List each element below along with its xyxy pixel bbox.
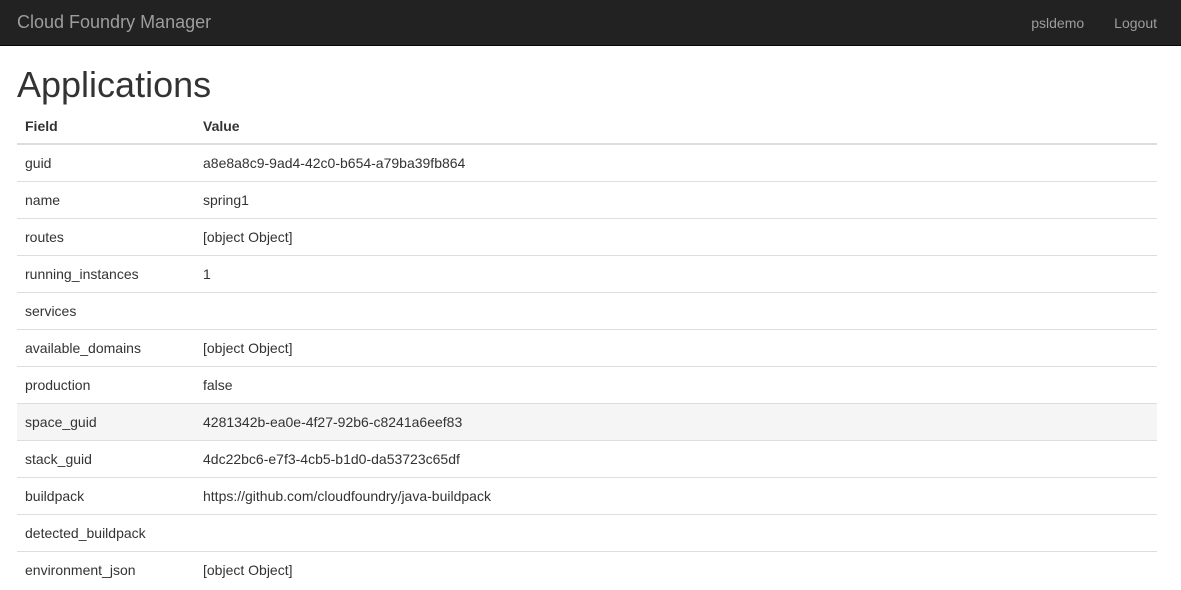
table-row: running_instances 1 [17,254,1157,292]
table-row: production false [17,365,1157,403]
top-navbar: Cloud Foundry Manager psldemo Logout [0,0,1181,46]
row-value: false [195,365,1157,403]
page-title: Applications [17,64,212,105]
row-field: detected_buildpack [17,513,195,551]
header-value: Value [195,109,1157,145]
table-row: detected_buildpack [17,513,1157,551]
row-field: buildpack [17,476,195,514]
row-value [195,291,1157,329]
row-field: routes [17,217,195,255]
table-row: available_domains [object Object] [17,328,1157,366]
row-value: [object Object] [195,550,1157,588]
table-row: services [17,291,1157,329]
table-header-row: Field Value [17,109,1157,145]
row-value: 4281342b-ea0e-4f27-92b6-c8241a6eef83 [195,402,1157,440]
navbar-right: psldemo Logout [1001,15,1157,31]
row-field: guid [17,143,195,181]
row-field: environment_json [17,550,195,588]
row-value: 4dc22bc6-e7f3-4cb5-b1d0-da53723c65df [195,439,1157,477]
row-field: production [17,365,195,403]
row-field: name [17,180,195,218]
row-value: [object Object] [195,328,1157,366]
user-link[interactable]: psldemo [1031,15,1084,31]
brand-link[interactable]: Cloud Foundry Manager [17,12,211,33]
table-row: routes [object Object] [17,217,1157,255]
row-field: space_guid [17,402,195,440]
row-field: services [17,291,195,329]
row-value: https://github.com/cloudfoundry/java-bui… [195,476,1157,514]
table-row-hovered: space_guid 4281342b-ea0e-4f27-92b6-c8241… [17,402,1157,440]
table-row: guid a8e8a8c9-9ad4-42c0-b654-a79ba39fb86… [17,143,1157,181]
application-table: Field Value guid a8e8a8c9-9ad4-42c0-b654… [17,109,1157,588]
row-field: running_instances [17,254,195,292]
table-row: buildpack https://github.com/cloudfoundr… [17,476,1157,514]
table-row: stack_guid 4dc22bc6-e7f3-4cb5-b1d0-da537… [17,439,1157,477]
row-value: [object Object] [195,217,1157,255]
table-row: name spring1 [17,180,1157,218]
row-field: available_domains [17,328,195,366]
row-value: a8e8a8c9-9ad4-42c0-b654-a79ba39fb864 [195,143,1157,181]
row-value [195,513,1157,551]
row-value: spring1 [195,180,1157,218]
row-value: 1 [195,254,1157,292]
row-field: stack_guid [17,439,195,477]
logout-link[interactable]: Logout [1114,15,1157,31]
header-field: Field [17,109,195,145]
main-container: Applications Field Value guid a8e8a8c9-9… [0,65,1181,588]
table-row: environment_json [object Object] [17,550,1157,588]
